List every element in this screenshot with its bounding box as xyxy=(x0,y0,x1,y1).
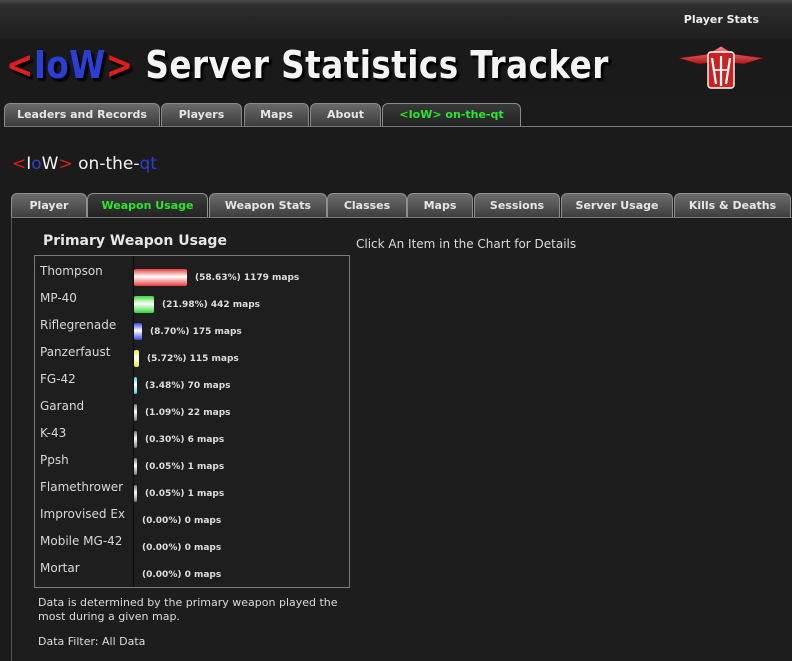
chart-title: Primary Weapon Usage xyxy=(43,233,227,249)
chart-row[interactable]: Riflegrenade (8.70%) 175 maps xyxy=(35,314,349,341)
chart-bar[interactable] xyxy=(134,431,137,448)
chart-row[interactable]: FG-42 (3.48%) 70 maps xyxy=(35,368,349,395)
chart-row[interactable]: MP-40 (21.98%) 442 maps xyxy=(35,287,349,314)
bar-value-label: (21.98%) 442 maps xyxy=(162,300,261,310)
player-stats-link[interactable]: Player Stats xyxy=(684,13,759,26)
weapon-name: Thompson xyxy=(40,264,103,278)
top-bar: Player Stats xyxy=(0,0,792,39)
chart-row[interactable]: K-43 (0.30%) 6 maps xyxy=(35,422,349,449)
bar-value-label: (0.00%) 0 maps xyxy=(142,543,222,553)
title-rest: Server Statistics Tracker xyxy=(133,43,609,87)
subtab-player[interactable]: Player xyxy=(11,193,87,217)
bar-value-label: (58.63%) 1179 maps xyxy=(195,273,300,283)
chart-bar[interactable] xyxy=(134,323,142,340)
subtab-weapon-usage[interactable]: Weapon Usage xyxy=(87,193,208,217)
tab-maps[interactable]: Maps xyxy=(244,103,309,126)
chart-note: Data is determined by the primary weapon… xyxy=(38,596,338,623)
chart-bar[interactable] xyxy=(134,269,187,286)
chart-bar[interactable] xyxy=(134,458,137,475)
bar-value-label: (1.09%) 22 maps xyxy=(145,408,231,418)
tab-divider xyxy=(4,126,792,127)
subtab-kills-and-deaths[interactable]: Kills & Deaths xyxy=(674,193,791,217)
chart-bar[interactable] xyxy=(134,404,137,421)
subtab-maps[interactable]: Maps xyxy=(407,193,473,217)
chart-bar[interactable] xyxy=(134,485,137,502)
weapon-name: Improvised Ex xyxy=(40,507,126,521)
weapon-name: Panzerfaust xyxy=(40,345,111,359)
chart-row[interactable]: Panzerfaust (5.72%) 115 maps xyxy=(35,341,349,368)
title-lt: < xyxy=(6,43,34,87)
subtab-server-usage[interactable]: Server Usage xyxy=(561,193,673,217)
weapon-name: MP-40 xyxy=(40,291,77,305)
server-lt: < xyxy=(12,154,27,174)
subtab-classes[interactable]: Classes xyxy=(327,193,407,217)
weapon-usage-chart: Thompson (58.63%) 1179 maps MP-40 (21.98%) … xyxy=(34,255,350,588)
chart-row[interactable]: Mobile MG-42 (0.00%) 0 maps xyxy=(35,530,349,557)
tab-server-on-the-qt[interactable]: <IoW> on-the-qt xyxy=(382,103,521,126)
server-mid: on-the- xyxy=(72,154,140,174)
chart-row[interactable]: Ppsh (0.05%) 1 maps xyxy=(35,449,349,476)
weapon-name: FG-42 xyxy=(40,372,76,386)
bar-value-label: (0.05%) 1 maps xyxy=(145,489,225,499)
bar-value-label: (0.00%) 0 maps xyxy=(142,516,222,526)
site-title[interactable]: <IoW> Server Statistics Tracker xyxy=(6,42,609,88)
tab-leaders-and-records[interactable]: Leaders and Records xyxy=(4,103,160,126)
title-o: o xyxy=(46,43,70,87)
weapon-name: K-43 xyxy=(40,426,67,440)
server-title: <IoW> on-the-qt xyxy=(12,154,157,174)
weapon-name: Flamethrower xyxy=(40,480,124,494)
weapon-name: Mortar xyxy=(40,561,80,575)
chart-row[interactable]: Mortar (0.00%) 0 maps xyxy=(35,557,349,584)
chart-bar[interactable] xyxy=(134,296,154,313)
server-qt: qt xyxy=(139,154,157,174)
weapon-name: Mobile MG-42 xyxy=(40,534,123,548)
subtab-sessions[interactable]: Sessions xyxy=(474,193,560,217)
title-w: W xyxy=(69,43,106,87)
chart-hint: Click An Item in the Chart for Details xyxy=(356,237,577,251)
server-w: W xyxy=(41,154,59,174)
title-i: I xyxy=(33,43,47,87)
weapon-name: Riflegrenade xyxy=(40,318,117,332)
subtab-weapon-stats[interactable]: Weapon Stats xyxy=(209,193,327,217)
chart-row[interactable]: Thompson (58.63%) 1179 maps xyxy=(35,260,349,287)
chart-row[interactable]: Improvised Ex (0.00%) 0 maps xyxy=(35,503,349,530)
server-o: o xyxy=(31,154,42,174)
bar-value-label: (0.05%) 1 maps xyxy=(145,462,225,472)
bar-value-label: (0.00%) 0 maps xyxy=(142,570,222,580)
title-gt: > xyxy=(105,43,134,87)
site-header: <IoW> Server Statistics Tracker xyxy=(0,38,792,98)
chart-row[interactable]: Garand (1.09%) 22 maps xyxy=(35,395,349,422)
bar-value-label: (8.70%) 175 maps xyxy=(150,327,242,337)
weapon-name: Garand xyxy=(40,399,85,413)
chart-bar[interactable] xyxy=(134,377,137,394)
data-filter: Data Filter: All Data xyxy=(38,635,146,648)
chart-bar[interactable] xyxy=(134,350,139,367)
tab-players[interactable]: Players xyxy=(161,103,242,126)
chart-row[interactable]: Flamethrower (0.05%) 1 maps xyxy=(35,476,349,503)
server-gt: > xyxy=(58,154,73,174)
wolfenstein-logo-icon xyxy=(678,45,764,89)
bar-value-label: (3.48%) 70 maps xyxy=(145,381,231,391)
bar-value-label: (5.72%) 115 maps xyxy=(147,354,239,364)
weapon-name: Ppsh xyxy=(40,453,69,467)
tab-about[interactable]: About xyxy=(310,103,381,126)
bar-value-label: (0.30%) 6 maps xyxy=(145,435,225,445)
